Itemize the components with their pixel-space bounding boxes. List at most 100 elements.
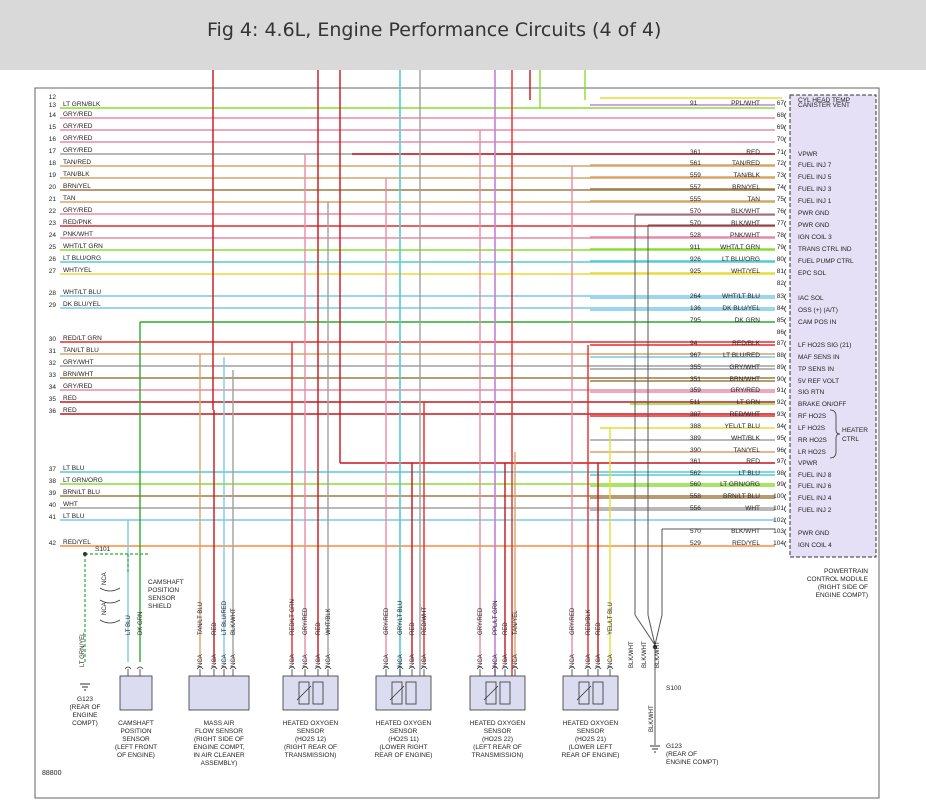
- g123-right-1: (REAR OF: [666, 751, 697, 758]
- ho2s11-wire-label-3: RED/WHT: [422, 607, 428, 635]
- pcm-circuit-94: 388: [690, 423, 701, 430]
- pcm-pin-88: 88: [777, 352, 785, 359]
- ho2s11-nca-2: NCA: [410, 654, 416, 667]
- left-pin-13: 13: [49, 102, 57, 109]
- pcm-function-75: FUEL INJ 1: [798, 198, 832, 205]
- pcm-function-100: FUEL INJ 4: [798, 495, 832, 502]
- ho2s11-nca-3: NCA: [422, 654, 428, 667]
- maf-wire-label-0: TAN/LT BLU: [198, 602, 204, 635]
- ho2s12-caption-0: HEATED OXYGEN: [283, 720, 339, 727]
- ho2s21-nca-2: NCA: [596, 654, 602, 667]
- cmp-caption-4: OF ENGINE): [117, 752, 155, 759]
- ho2s11-caption-2: (HO2S 11): [388, 736, 419, 743]
- ho2s11-caption-1: SENSOR: [390, 728, 418, 735]
- ho2s12-caption-4: TRANSMISSION): [285, 752, 337, 759]
- pcm-pin-96: 96: [777, 447, 785, 454]
- ltgrnyel-label: LT GRN/YEL: [80, 632, 86, 667]
- pcm-wire-75: TAN: [747, 196, 760, 203]
- pcm-pin-86: 86: [777, 329, 785, 336]
- left-pin-42: 42: [49, 540, 57, 547]
- maf-caption-3: ENGINE COMPT,: [193, 744, 244, 751]
- left-wire-label-21: TAN: [63, 195, 76, 202]
- cmp-caption-2: SENSOR: [122, 736, 150, 743]
- left-wire-label-33: BRN/WHT: [63, 371, 93, 378]
- pcm-pin-69: 69: [777, 124, 785, 131]
- ho2s22-body: [469, 675, 526, 711]
- s100-label: S100: [666, 685, 682, 692]
- pcm-circuit-77: 570: [690, 220, 701, 227]
- ho2s12-nca-1: NCA: [303, 654, 309, 667]
- ho2s11-wire-label-1: GRY/LT BLU: [398, 601, 404, 635]
- ho2s11-body: [375, 675, 432, 711]
- pcm-circuit-72: 561: [690, 160, 701, 167]
- pcm-wire-80: LT BLU/ORG: [722, 256, 760, 263]
- left-wire-label-27: WHT/YEL: [63, 267, 92, 274]
- pcm-wire-78: PNK/WHT: [730, 232, 760, 239]
- nca-s101-2: NCA: [102, 602, 108, 615]
- ho2s12-nca-2: NCA: [316, 654, 322, 667]
- left-wire-label-31: TAN/LT BLU: [63, 347, 99, 354]
- ho2s11-caption-0: HEATED OXYGEN: [376, 720, 432, 727]
- ho2s22-wire-label-3: TAN/YEL: [513, 610, 519, 635]
- pcm-function-79: TRANS CTRL IND: [798, 246, 852, 253]
- pcm-pin-80: 80: [777, 256, 785, 263]
- left-pin-25: 25: [49, 244, 57, 251]
- pcm-pin-81: 81: [777, 268, 785, 275]
- pcm-wire-71: RED: [746, 149, 760, 156]
- pcm-caption-0: POWERTRAIN: [824, 568, 868, 575]
- pcm-wire-84: DK BLU/YEL: [722, 305, 760, 312]
- left-pin-33: 33: [49, 372, 57, 379]
- pcm-circuit-81: 925: [690, 268, 701, 275]
- pcm-pin-102: 102: [773, 517, 784, 524]
- ho2s11-wire-label-0: GRY/RED: [384, 607, 390, 635]
- wiring-diagram: CYL HEAD TEMPHEATERCTRLPOWERTRAINCONTROL…: [34, 70, 880, 799]
- left-pin-28: 28: [49, 290, 57, 297]
- pcm-function-74: FUEL INJ 3: [798, 186, 832, 193]
- pcm-pin-92: 92: [777, 399, 785, 406]
- pcm-function-76: PWR GND: [798, 210, 830, 217]
- pcm-wire-91: GRY/RED: [731, 387, 761, 394]
- pcm-function-85: CAM POS IN: [798, 319, 837, 326]
- left-pin-16: 16: [49, 136, 57, 143]
- pcm-wire-92: LT GRN: [737, 399, 761, 406]
- pcm-pin-67: 67: [777, 100, 785, 107]
- ho2s22-nca-3: NCA: [513, 654, 519, 667]
- ho2s21-nca-0: NCA: [570, 654, 576, 667]
- pcm-circuit-75: 555: [690, 196, 701, 203]
- pcm-wire-95: WHT/BLK: [731, 435, 761, 442]
- left-wire-label-19: TAN/BLK: [63, 171, 90, 178]
- ho2s22-nca-2: NCA: [503, 654, 509, 667]
- ho2s12-caption-3: (RIGHT REAR OF: [284, 744, 337, 751]
- left-wire-label-23: RED/PNK: [63, 219, 93, 226]
- left-wire-label-14: GRY/RED: [63, 111, 93, 118]
- ho2s21-caption-2: (HO2S 21): [575, 736, 606, 743]
- ho2s12-caption-2: (HO2S 12): [295, 736, 326, 743]
- pcm-circuit-89: 355: [690, 364, 701, 371]
- pcm-circuit-100: 558: [690, 493, 701, 500]
- left-wire-label-39: BRN/LT BLU: [63, 489, 100, 496]
- ho2s11-wire-label-2: RED: [410, 622, 416, 635]
- left-pin-14: 14: [49, 112, 57, 119]
- pcm-pin-82: 82: [777, 280, 785, 287]
- pcm-pin-95: 95: [777, 435, 785, 442]
- blkwht-label-1: BLK/WHT: [642, 641, 648, 668]
- pcm-circuit-83: 264: [690, 293, 701, 300]
- pcm-function-89: TP SENS IN: [798, 366, 834, 373]
- left-pin-36: 36: [49, 408, 57, 415]
- left-wire-label-26: LT BLU/ORG: [63, 255, 101, 262]
- left-pin-23: 23: [49, 220, 57, 227]
- left-pin-26: 26: [49, 256, 57, 263]
- g123-left-3: COMPT): [72, 720, 98, 727]
- pcm-circuit-67: 91: [690, 100, 698, 107]
- pcm-circuit-73: 559: [690, 172, 701, 179]
- pcm-function-91: SIG RTN: [798, 389, 825, 396]
- ho2s21-wire-label-2: RED: [596, 622, 602, 635]
- maf-caption-5: ASSEMBLY): [201, 760, 238, 767]
- figure-number: 88800: [42, 770, 62, 777]
- pcm-circuit-95: 389: [690, 435, 701, 442]
- left-pin-12: 12: [49, 94, 57, 101]
- pcm-pin-91: 91: [777, 387, 785, 394]
- left-pin-29: 29: [49, 302, 57, 309]
- pcm-pin-103: 103: [773, 528, 784, 535]
- ho2s21-nca-3: NCA: [608, 654, 614, 667]
